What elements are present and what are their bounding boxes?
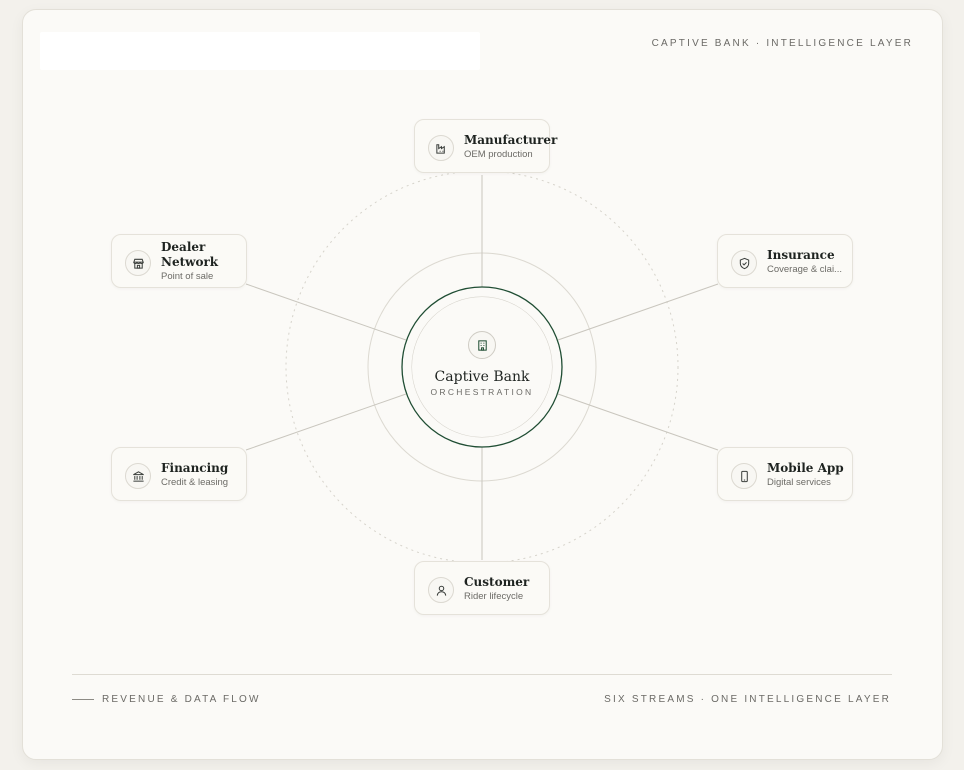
node-dealer-network-name: Dealer Network: [161, 240, 219, 269]
node-customer-name: Customer: [464, 574, 530, 589]
storefront-icon: [125, 250, 151, 276]
node-customer-subtitle: Rider lifecycle: [464, 590, 524, 602]
node-manufacturer-name: Manufacturer: [464, 132, 558, 147]
footer-divider: [72, 674, 892, 675]
factory-icon: [428, 135, 454, 161]
node-mobile-app-subtitle: Digital services: [767, 476, 831, 488]
phone-icon: [731, 463, 757, 489]
node-financing-subtitle: Credit & leasing: [161, 476, 229, 488]
node-manufacturer[interactable]: Manufacturer OEM production: [414, 119, 558, 173]
shield-icon: [731, 250, 757, 276]
node-mobile-app-name: Mobile App: [767, 460, 844, 475]
node-dealer-network[interactable]: Dealer Network Point of sale: [111, 234, 247, 288]
node-insurance[interactable]: Insurance Coverage & clai...: [717, 234, 853, 288]
person-icon: [428, 577, 454, 603]
hub-subtitle: ORCHESTRATION: [430, 387, 534, 397]
node-financing-name: Financing: [161, 460, 229, 475]
flow-legend: REVENUE & DATA FLOW: [72, 694, 261, 705]
bank-icon: [125, 463, 151, 489]
bank-building-icon: [468, 331, 496, 359]
hub-captive-bank: Captive Bank ORCHESTRATION: [412, 297, 552, 437]
hub-title: Captive Bank: [434, 369, 530, 385]
node-insurance-subtitle: Coverage & clai...: [767, 263, 842, 275]
node-dealer-network-subtitle: Point of sale: [161, 271, 214, 282]
node-manufacturer-subtitle: OEM production: [464, 148, 533, 160]
node-mobile-app[interactable]: Mobile App Digital services: [717, 447, 853, 501]
node-customer[interactable]: Customer Rider lifecycle: [414, 561, 550, 615]
node-insurance-name: Insurance: [767, 247, 835, 262]
footer-summary: SIX STREAMS · ONE INTELLIGENCE LAYER: [604, 694, 891, 705]
legend-label: REVENUE & DATA FLOW: [102, 694, 261, 705]
legend-line-swatch: [72, 699, 94, 700]
node-financing[interactable]: Financing Credit & leasing: [111, 447, 247, 501]
